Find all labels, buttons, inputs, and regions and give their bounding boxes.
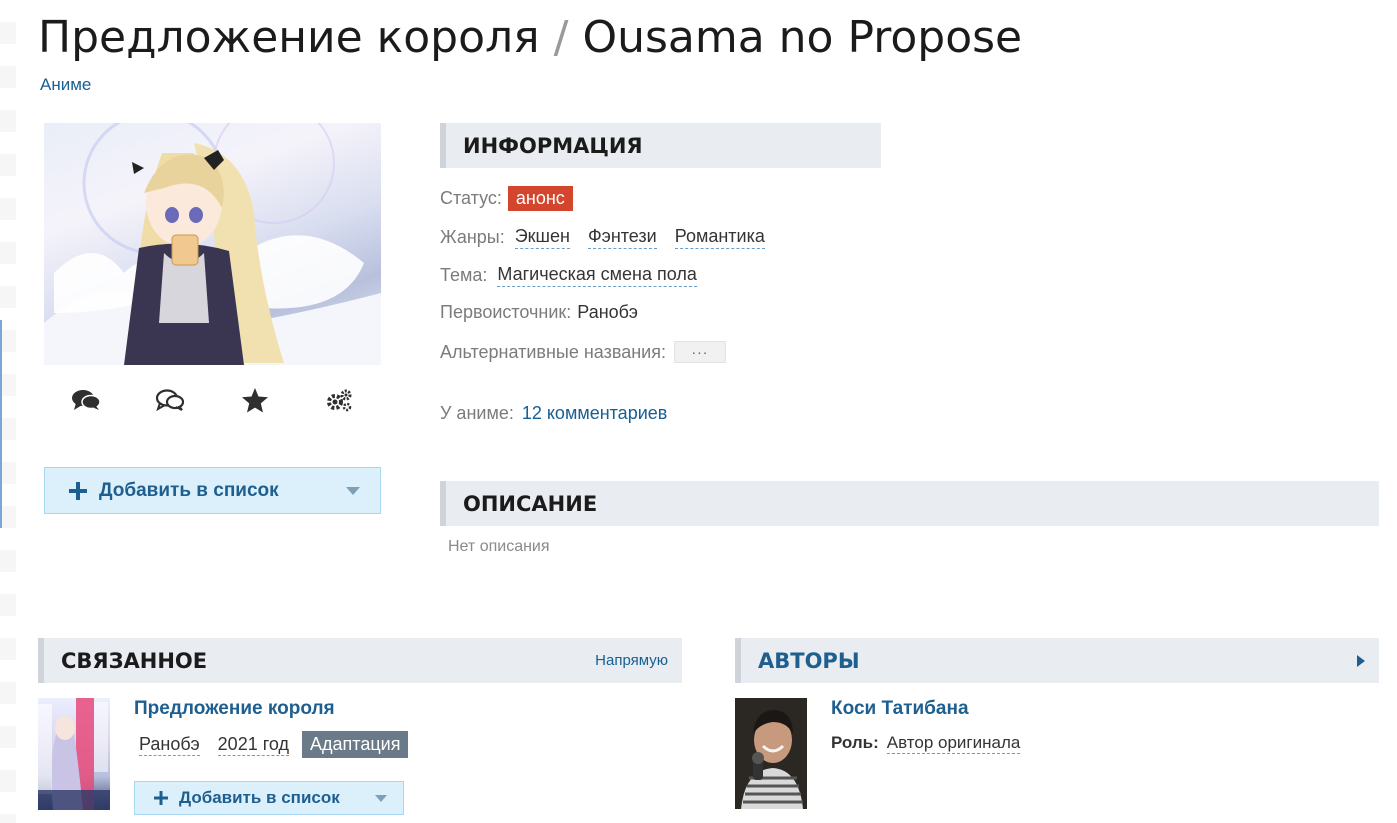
source-value: Ранобэ bbox=[577, 302, 638, 322]
chevron-right-icon[interactable] bbox=[1357, 654, 1365, 667]
related-item-title[interactable]: Предложение короля bbox=[134, 698, 335, 720]
chevron-down-icon[interactable] bbox=[375, 794, 387, 802]
title-separator: / bbox=[553, 12, 569, 63]
gears-icon[interactable] bbox=[319, 383, 359, 417]
star-icon[interactable] bbox=[235, 383, 275, 417]
related-kind-link[interactable]: Ранобэ bbox=[139, 734, 200, 756]
alt-names-label: Альтернативные названия: bbox=[440, 341, 666, 362]
author-photo[interactable] bbox=[735, 698, 807, 809]
genre-link-action[interactable]: Экшен bbox=[514, 226, 570, 249]
related-heading-text: СВЯЗАННОЕ bbox=[61, 648, 208, 673]
plus-icon bbox=[154, 791, 168, 805]
author-photo-illustration bbox=[735, 698, 807, 809]
related-add-to-list-button[interactable]: Добавить в список bbox=[134, 781, 404, 815]
related-cover-illustration bbox=[38, 698, 110, 810]
page-title: Предложение короля / Ousama no Propose bbox=[38, 12, 1022, 63]
info-heading-text: ИНФОРМАЦИЯ bbox=[463, 133, 643, 158]
related-year-link[interactable]: 2021 год bbox=[217, 734, 290, 756]
title-russian: Предложение короля bbox=[38, 12, 540, 63]
breadcrumb-anime[interactable]: Аниме bbox=[40, 75, 91, 95]
author-role-label: Роль: bbox=[831, 733, 879, 752]
info-theme: Тема: Магическая смена пола bbox=[440, 264, 697, 287]
author-name[interactable]: Коси Татибана bbox=[831, 698, 969, 720]
description-heading: ОПИСАНИЕ bbox=[440, 481, 1379, 526]
authors-heading-text: АВТОРЫ bbox=[758, 648, 860, 673]
status-label: Статус: bbox=[440, 188, 502, 208]
add-to-list-button[interactable]: Добавить в список bbox=[44, 467, 381, 514]
page-edge bbox=[0, 0, 16, 823]
title-romaji: Ousama no Propose bbox=[582, 12, 1023, 63]
authors-heading[interactable]: АВТОРЫ bbox=[735, 638, 1379, 683]
discussion-icon[interactable] bbox=[150, 383, 190, 417]
comments-label: У аниме: bbox=[440, 403, 514, 423]
comments-link[interactable]: 12 комментариев bbox=[522, 403, 668, 424]
chevron-down-icon[interactable] bbox=[346, 486, 360, 495]
related-item-tags: Ранобэ 2021 год Адаптация bbox=[134, 731, 409, 758]
related-cover[interactable] bbox=[38, 698, 110, 810]
comments-icon[interactable] bbox=[66, 383, 106, 417]
anime-poster bbox=[44, 123, 381, 365]
related-filter-direct-link[interactable]: Напрямую bbox=[595, 652, 668, 669]
author-role-value[interactable]: Автор оригинала bbox=[886, 733, 1021, 754]
relation-badge: Адаптация bbox=[302, 731, 409, 758]
theme-label: Тема: bbox=[440, 265, 488, 285]
related-add-to-list-label: Добавить в список bbox=[179, 788, 340, 807]
related-heading: СВЯЗАННОЕ Напрямую bbox=[38, 638, 682, 683]
info-genres: Жанры: Экшен Фэнтези Романтика bbox=[440, 226, 765, 249]
info-alt-names: Альтернативные названия: ··· bbox=[440, 341, 726, 363]
author-role: Роль: Автор оригинала bbox=[831, 733, 1021, 754]
info-comments: У аниме: 12 комментариев bbox=[440, 403, 667, 424]
info-status: Статус: анонс bbox=[440, 186, 573, 211]
poster-illustration bbox=[44, 123, 381, 365]
genres-label: Жанры: bbox=[440, 227, 505, 247]
description-heading-text: ОПИСАНИЕ bbox=[463, 491, 598, 516]
info-heading: ИНФОРМАЦИЯ bbox=[440, 123, 881, 168]
source-label: Первоисточник: bbox=[440, 302, 572, 322]
status-badge: анонс bbox=[507, 186, 573, 211]
page-edge-accent bbox=[0, 320, 2, 528]
info-source: Первоисточник: Ранобэ bbox=[440, 302, 638, 323]
add-to-list-label: Добавить в список bbox=[99, 479, 279, 501]
description-text: Нет описания bbox=[448, 538, 550, 555]
theme-link[interactable]: Магическая смена пола bbox=[497, 264, 697, 287]
plus-icon bbox=[69, 481, 87, 500]
poster-actions bbox=[44, 383, 381, 417]
alt-names-expand-button[interactable]: ··· bbox=[673, 341, 726, 363]
genre-link-fantasy[interactable]: Фэнтези bbox=[587, 226, 657, 249]
genre-link-romance[interactable]: Романтика bbox=[674, 226, 765, 249]
